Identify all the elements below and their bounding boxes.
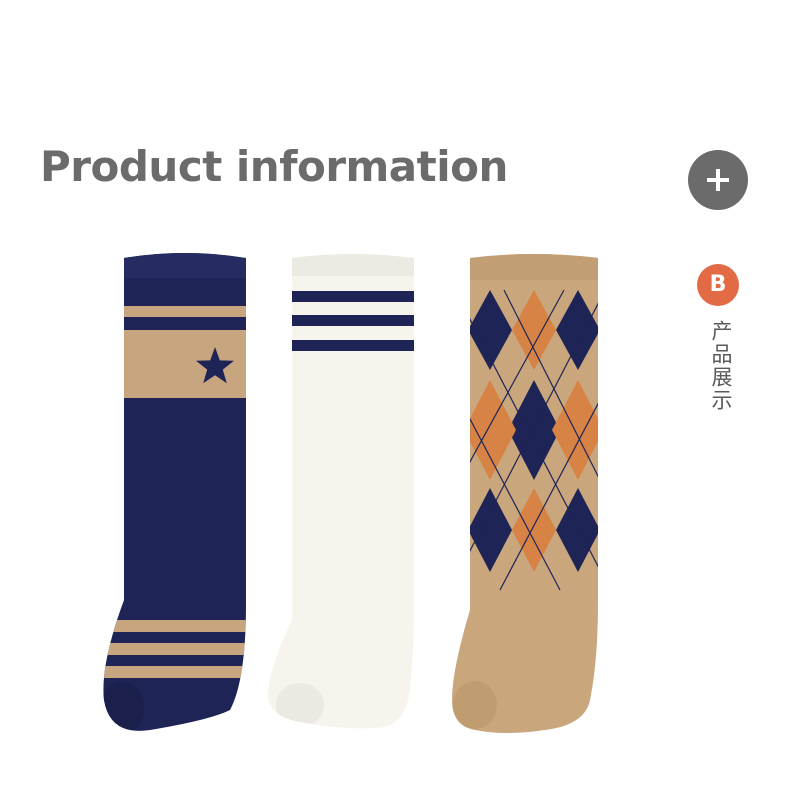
argyle-sock: [452, 254, 598, 733]
product-photo: [103, 253, 598, 733]
navy-star-sock: [103, 253, 246, 731]
white-stripe-sock: [268, 254, 414, 729]
